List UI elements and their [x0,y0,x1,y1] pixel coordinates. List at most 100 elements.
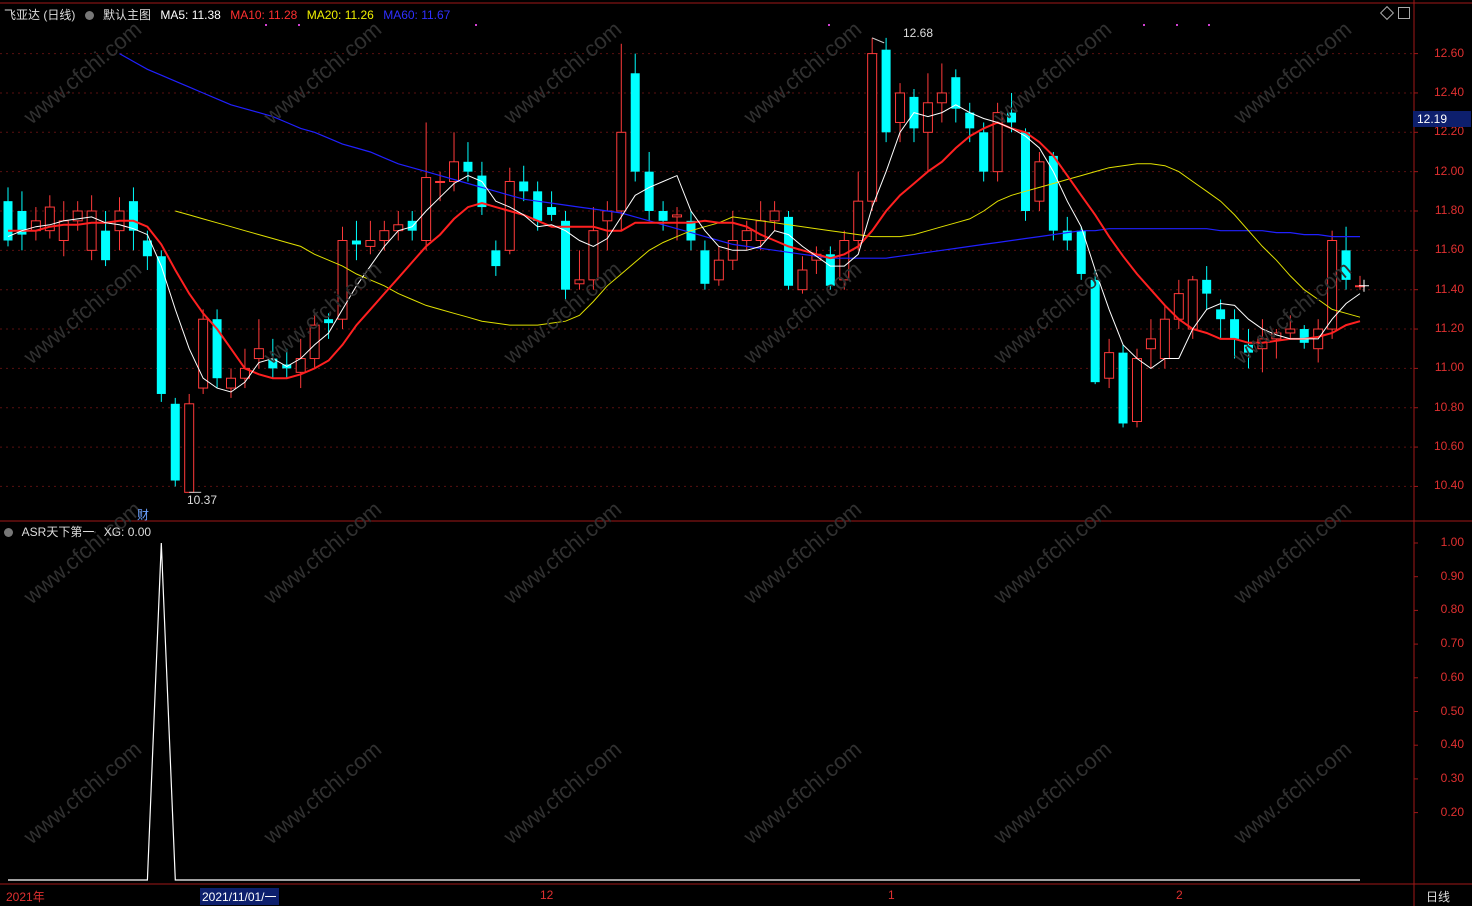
candle-body [922,102,933,133]
indicator-tick-label: 0.50 [1440,703,1464,718]
candle-body [504,180,515,251]
candle-body [435,180,446,183]
candle-body [1131,358,1142,423]
candle-body [1090,279,1100,383]
stock-name[interactable]: 飞亚达 (日线) [4,8,75,22]
ma5-line [7,104,1361,393]
indicator-header: ASR天下第一 XG: 0.00 [4,523,157,540]
candle-body [630,73,640,172]
ma20-label: MA20: 11.26 [306,8,374,22]
price-tick-label: 11.40 [1434,281,1464,296]
current-price: 12.19 [1417,112,1448,126]
candle-body [547,207,557,215]
event-dot [265,24,267,26]
candle-body [1007,112,1017,123]
price-tick-label: 11.60 [1434,242,1464,257]
event-dot [1176,24,1178,26]
indicator-tick-label: 0.90 [1440,568,1464,583]
candle-body [253,348,264,360]
candle-body [936,92,947,104]
indicator-value: XG: 0.00 [103,525,152,539]
candle-body [170,403,180,481]
window-restore-icon[interactable] [1398,7,1410,19]
candle-body [379,230,390,242]
candle-body [533,191,543,221]
settings-dot-icon[interactable] [84,11,94,20]
price-tick-label: 10.60 [1433,439,1464,454]
finance-marker[interactable]: 财 [137,506,149,523]
candle-body [491,250,501,267]
indicator-tick-label: 0.20 [1440,804,1464,819]
candle-body [1202,279,1212,294]
candle-body [365,240,376,247]
candle-body [1285,328,1296,334]
price-tick-label: 12.40 [1433,84,1464,99]
candle-body [3,201,13,241]
indicator-tick-label: 0.40 [1440,737,1464,752]
price-tick-label: 11.80 [1434,202,1464,217]
price-tick-label: 11.20 [1434,321,1464,336]
event-dot [1208,24,1210,26]
x-label-month-1: 1 [888,888,895,902]
price-tick-label: 12.60 [1433,45,1464,60]
candle-body [337,240,348,320]
candle-body [588,230,599,281]
candle-body [1034,161,1045,202]
indicator-name[interactable]: ASR天下第一 [22,525,95,539]
candle-body [839,240,850,281]
price-tick-label: 11.00 [1434,360,1464,375]
xg-indicator-line [8,542,1360,881]
ma60-line [119,53,1360,259]
candle-body [672,214,683,218]
candle-body [519,181,529,192]
ma60-label: MA60: 11.67 [383,8,451,22]
candle-body [881,49,891,133]
candle-body [755,220,766,242]
candle-body [1299,329,1309,343]
ma10-label: MA10: 11.28 [230,8,298,22]
candle-body [1230,319,1240,339]
main-chart-label[interactable]: 默认主图 [103,8,151,22]
candle-body [128,201,138,231]
candle-body [741,230,752,242]
candle-body [1145,338,1156,350]
candle-body [324,319,334,324]
candle-body [1341,250,1351,280]
x-label-month-12: 12 [540,888,554,902]
candle-body [421,177,432,242]
candle-body [1020,132,1030,211]
indicator-tick-label: 0.30 [1440,770,1464,785]
candle-body [574,279,585,285]
chart-canvas [0,0,1472,906]
candle-body [965,112,975,129]
period-label[interactable]: 日线 [1426,888,1450,905]
settings-dot-icon[interactable] [4,528,13,537]
candle-body [101,230,111,261]
candle-body [1118,352,1128,424]
x-label-month-2: 2 [1176,888,1183,902]
high-marker-line [871,37,885,44]
candle-body [644,171,654,211]
x-label-date[interactable]: 2021/11/01/一 [200,888,279,905]
ma5-label: MA5: 11.38 [160,8,221,22]
candle-body [184,403,195,493]
candle-body [895,92,906,123]
candle-body [602,210,613,222]
indicator-tick-label: 1.00 [1440,535,1464,549]
event-dot [828,24,830,26]
candle-body [1104,352,1115,379]
candle-body [979,132,989,172]
candle-body [616,131,627,212]
candle-body [1216,309,1226,320]
candle-body [407,220,417,231]
candle-body [58,220,69,242]
candle-body [769,210,780,222]
high-price-label: 12.68 [903,26,934,40]
price-tick-label: 10.40 [1433,478,1464,493]
event-dot [298,24,300,26]
candle-body [463,161,473,172]
candle-body [1243,344,1253,353]
event-dot [475,24,477,26]
candle-body [700,250,710,284]
candle-body [658,210,668,221]
